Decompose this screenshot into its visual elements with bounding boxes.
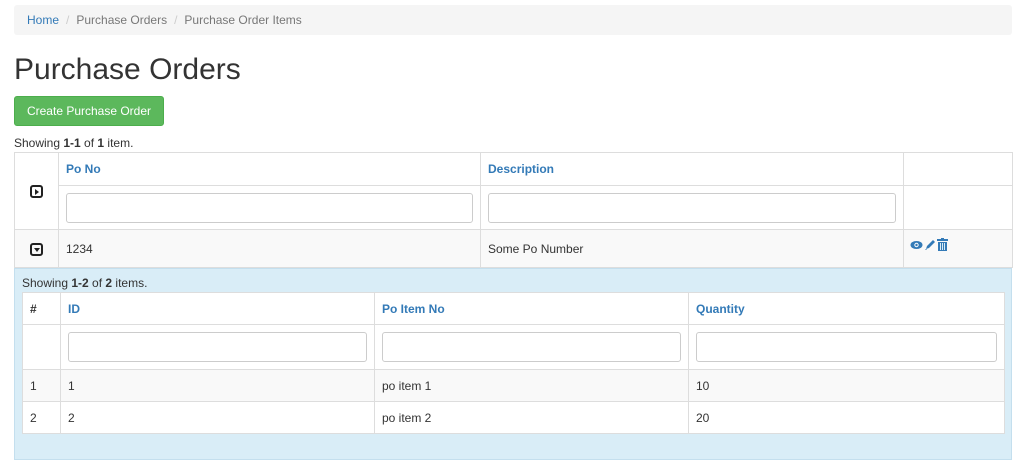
detail-grid-summary: Showing 1-2 of 2 items. bbox=[22, 276, 147, 290]
po-item-no-cell: po item 1 bbox=[374, 369, 689, 402]
grid-summary: Showing 1-1 of 1 item. bbox=[14, 136, 133, 150]
summary-prefix: Showing bbox=[14, 136, 64, 150]
detail-summary-prefix: Showing bbox=[22, 276, 72, 290]
actions-cell bbox=[903, 229, 1013, 268]
breadcrumb: Home / Purchase Orders / Purchase Order Item… bbox=[14, 5, 1012, 35]
po-no-cell: 1234 bbox=[58, 229, 481, 268]
filter-cell bbox=[22, 324, 61, 370]
quantity-cell: 10 bbox=[688, 369, 1005, 402]
breadcrumb-purchase-orders-link[interactable]: Purchase Orders bbox=[76, 13, 167, 27]
breadcrumb-current: Purchase Order Items bbox=[184, 13, 302, 27]
description-filter-input[interactable] bbox=[488, 192, 896, 223]
row-number-cell: 1 bbox=[22, 369, 61, 402]
filter-cell bbox=[480, 185, 904, 230]
purchase-orders-table: Po No Description 1234 Some Po Number bbox=[14, 152, 1013, 268]
filter-cell bbox=[58, 185, 481, 230]
quantity-filter-input[interactable] bbox=[696, 332, 997, 362]
summary-suffix: item. bbox=[104, 136, 134, 150]
delete-icon[interactable] bbox=[937, 238, 948, 254]
table-row: 1234 Some Po Number bbox=[14, 229, 1013, 268]
table-row: 2 2 po item 2 20 bbox=[22, 401, 1005, 434]
purchase-order-items-table: # ID Po Item No Quantity 1 1 po item 1 1… bbox=[22, 292, 1005, 434]
collapse-icon[interactable] bbox=[30, 242, 43, 256]
summary-of: of bbox=[80, 136, 98, 150]
detail-summary-of: of bbox=[88, 276, 106, 290]
id-cell: 1 bbox=[60, 369, 375, 402]
po-item-no-cell: po item 2 bbox=[374, 401, 689, 434]
column-header-number: # bbox=[22, 292, 61, 325]
view-icon[interactable] bbox=[910, 239, 923, 253]
column-header-quantity[interactable]: Quantity bbox=[688, 292, 1005, 325]
row-expander-cell bbox=[14, 229, 59, 268]
detail-summary-range: 1-2 bbox=[71, 276, 89, 290]
expand-icon[interactable] bbox=[30, 185, 43, 199]
description-cell: Some Po Number bbox=[480, 229, 904, 268]
po-no-filter-input[interactable] bbox=[66, 192, 473, 223]
breadcrumb-separator: / bbox=[174, 13, 178, 27]
summary-range: 1-1 bbox=[63, 136, 81, 150]
id-filter-input[interactable] bbox=[68, 332, 367, 362]
row-number-cell: 2 bbox=[22, 401, 61, 434]
quantity-cell: 20 bbox=[688, 401, 1005, 434]
po-item-no-filter-input[interactable] bbox=[382, 332, 681, 362]
filter-cell bbox=[688, 324, 1005, 370]
id-cell: 2 bbox=[60, 401, 375, 434]
filter-cell bbox=[374, 324, 689, 370]
page-title: Purchase Orders bbox=[14, 53, 241, 86]
table-row: 1 1 po item 1 10 bbox=[22, 369, 1005, 402]
edit-icon[interactable] bbox=[924, 239, 936, 254]
expand-all-cell bbox=[14, 152, 59, 230]
create-purchase-order-button[interactable]: Create Purchase Order bbox=[14, 96, 164, 126]
detail-summary-suffix: items. bbox=[112, 276, 148, 290]
column-header-po-item-no[interactable]: Po Item No bbox=[374, 292, 689, 325]
filter-cell bbox=[903, 185, 1013, 230]
column-header-actions bbox=[903, 152, 1013, 186]
column-header-po-no[interactable]: Po No bbox=[58, 152, 481, 186]
breadcrumb-separator: / bbox=[66, 13, 70, 27]
column-header-id[interactable]: ID bbox=[60, 292, 375, 325]
filter-cell bbox=[60, 324, 375, 370]
column-header-description[interactable]: Description bbox=[480, 152, 904, 186]
breadcrumb-home-link[interactable]: Home bbox=[27, 13, 59, 27]
